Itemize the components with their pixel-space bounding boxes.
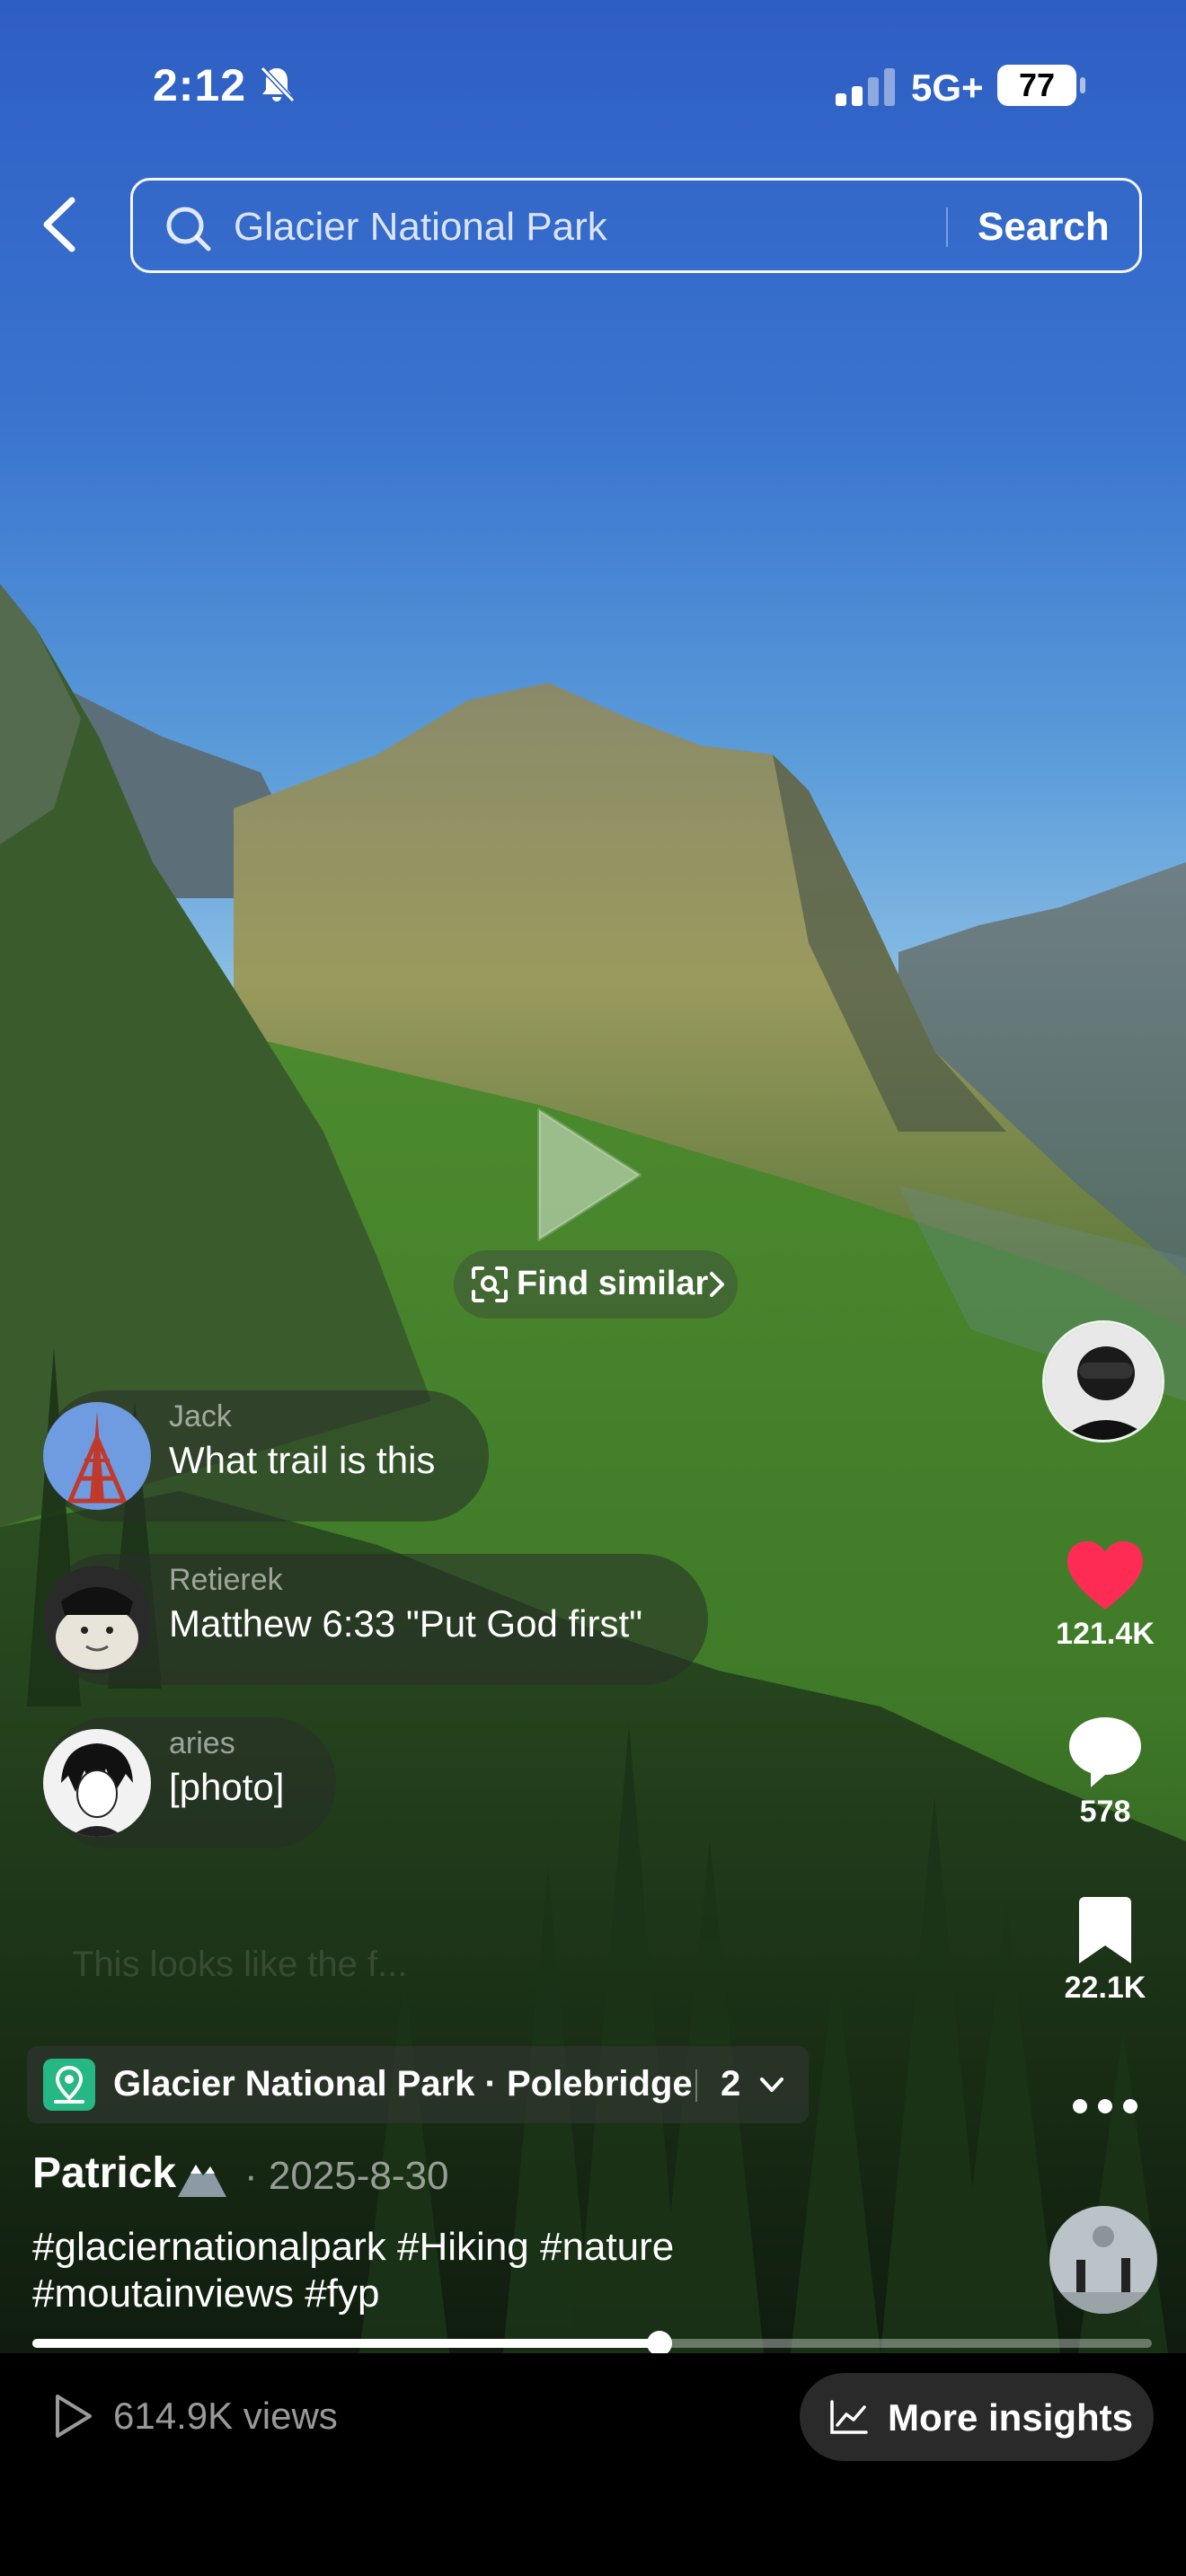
comment-text: What trail is this [169, 1439, 436, 1481]
music-disc[interactable] [1049, 2206, 1157, 2314]
music-cover-image [1049, 2206, 1157, 2314]
more-insights-label: More insights [888, 2396, 1134, 2439]
bell-slash-icon [260, 66, 296, 103]
comment-author: Jack [169, 1399, 232, 1434]
creator-avatar[interactable] [1042, 1320, 1164, 1442]
bottom-bar: 614.9K views More insights [0, 2353, 1186, 2576]
comment-text: [photo] [169, 1766, 285, 1808]
search-button[interactable]: Search [978, 205, 1110, 250]
location-label: Glacier National Park · Polebridge [113, 2064, 693, 2104]
search-divider [946, 207, 948, 247]
search-bar[interactable]: Glacier National Park Search [130, 178, 1142, 273]
video-progress-bar[interactable] [32, 2331, 1152, 2356]
play-outline-icon [56, 2395, 92, 2438]
save-button[interactable]: 22.1K [1033, 1895, 1177, 2006]
save-count: 22.1K [1064, 1971, 1146, 2005]
play-icon[interactable] [530, 1103, 647, 1247]
search-input[interactable]: Glacier National Park [234, 205, 607, 250]
location-count: 2 [721, 2064, 741, 2104]
clock: 2:12 [153, 60, 247, 110]
caption-hashtags-line-2[interactable]: #moutainviews #fyp [32, 2271, 1003, 2317]
status-bar: 2:12 5G+ 77 [0, 54, 1186, 117]
comment-author: aries [169, 1726, 235, 1760]
location-pin-icon [43, 2059, 95, 2111]
mountain-emoji-icon [178, 2165, 226, 2197]
view-count: 614.9K views [113, 2395, 338, 2437]
chevron-down-icon [760, 2078, 783, 2092]
faded-comment: This looks like the f... [72, 1945, 408, 1984]
network-type: 5G+ [911, 66, 984, 109]
comment-count: 578 [1079, 1795, 1131, 1829]
chart-line-icon [830, 2400, 868, 2434]
heart-icon [1067, 1541, 1143, 1610]
comment-icon [1069, 1717, 1141, 1787]
comment-bubble[interactable]: aries [photo] [43, 1717, 336, 1848]
avatar[interactable] [43, 1729, 151, 1837]
progress-fill [32, 2339, 659, 2348]
find-similar-label: Find similar [517, 1265, 709, 1302]
more-options-icon[interactable] [1069, 2093, 1141, 2120]
like-count: 121.4K [1056, 1617, 1155, 1651]
caption-hashtags-line-1[interactable]: #glaciernationalpark #Hiking #nature [32, 2224, 1003, 2271]
battery-icon: 77 [997, 65, 1085, 106]
back-arrow-icon[interactable] [32, 193, 86, 256]
more-insights-button[interactable]: More insights [800, 2373, 1154, 2461]
search-icon [166, 207, 211, 251]
location-divider [695, 2069, 697, 2102]
find-similar-button[interactable]: Find similar [454, 1250, 738, 1319]
bookmark-icon [1079, 1897, 1131, 1963]
scan-icon [472, 1266, 508, 1302]
progress-scrubber[interactable] [646, 2331, 672, 2356]
character-avatar-image [43, 1566, 151, 1673]
caption: #glaciernationalpark #Hiking #nature #mo… [32, 2224, 1003, 2317]
signal-icon [836, 68, 895, 106]
tower-avatar-image [43, 1402, 151, 1510]
post-date: · 2025-8-30 [244, 2154, 449, 2198]
location-tag[interactable]: Glacier National Park · Polebridge 2 [27, 2046, 809, 2123]
avatar[interactable] [43, 1566, 151, 1673]
comment-bubble[interactable]: Jack What trail is this [43, 1390, 489, 1522]
like-button[interactable]: 121.4K [1033, 1538, 1177, 1652]
comment-text: Matthew 6:33 "Put God first" [169, 1602, 643, 1645]
creator-avatar-image [1045, 1323, 1162, 1440]
avatar[interactable] [43, 1402, 151, 1510]
author-name[interactable]: Patrick [32, 2148, 176, 2198]
comment-author: Retierek [169, 1563, 283, 1597]
comment-button[interactable]: 578 [1033, 1712, 1177, 1830]
comment-bubble[interactable]: Retierek Matthew 6:33 "Put God first" [43, 1554, 708, 1685]
anime-avatar-image [43, 1729, 151, 1837]
chevron-right-icon [710, 1272, 724, 1297]
